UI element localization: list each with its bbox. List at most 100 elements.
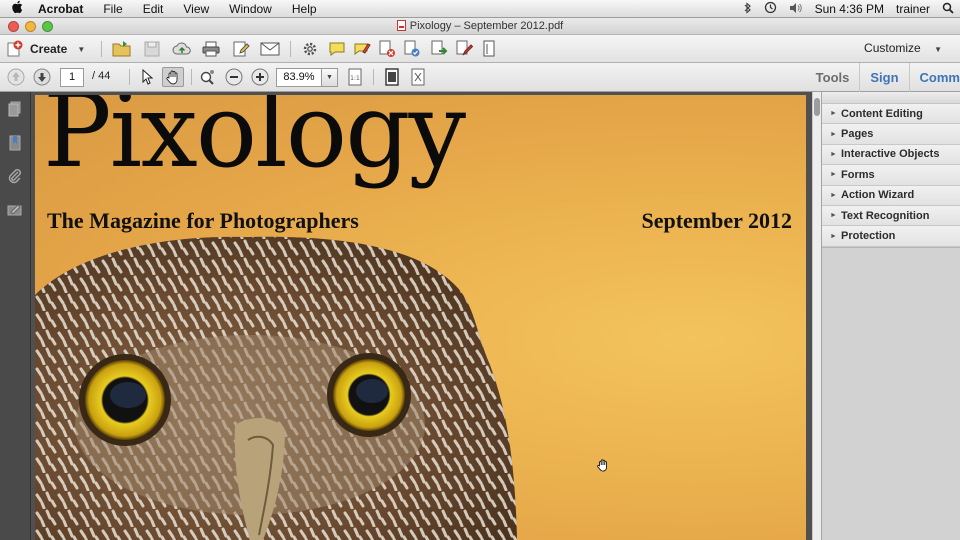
edit-document-button[interactable] [230,39,252,59]
panel-section-content-editing[interactable]: ► Content Editing [822,104,960,125]
hand-cursor-icon [597,459,607,472]
actual-size-icon: 1:1 [348,68,362,86]
navigation-toolbar: 1 / 44 83.9% ▼ 1:1 Tools Sign Comm [0,63,960,92]
hand-icon [166,70,178,85]
signatures-icon[interactable] [7,202,23,218]
disclosure-arrow-icon: ► [830,150,837,158]
create-pdf-icon [7,40,23,57]
page-total: / 44 [92,70,111,82]
fit-page-button[interactable] [381,67,403,87]
upload-cloud-button[interactable] [171,39,193,59]
menu-file[interactable]: File [93,0,132,18]
chevron-down-icon: ▼ [934,45,942,54]
left-navigation-pane [0,92,31,540]
zoom-level-input[interactable]: 83.9% [276,68,322,87]
svg-text:1:1: 1:1 [350,75,360,82]
attachments-paperclip-icon[interactable] [7,168,23,184]
tab-sign[interactable]: Sign [859,63,908,92]
panel-section-label: Protection [841,230,896,243]
open-file-button[interactable] [111,39,133,59]
toolbar-divider [373,69,374,85]
chevron-down-icon: ▼ [77,44,86,54]
menubar-clock[interactable]: Sun 4:36 PM [809,2,890,16]
zoom-in-button[interactable] [249,67,271,87]
disclosure-arrow-icon: ► [830,191,837,199]
cloud-upload-icon [172,42,191,55]
tab-tools[interactable]: Tools [806,63,860,92]
disclosure-arrow-icon: ► [830,171,837,179]
main-toolbar: Create ▼ Customize ▼ [0,35,960,63]
scrollbar-thumb[interactable] [814,98,820,116]
minus-circle-icon [225,68,243,86]
arrow-up-icon [7,68,25,86]
disclosure-arrow-icon: ► [830,110,837,118]
panel-section-interactive-objects[interactable]: ► Interactive Objects [822,144,960,166]
marquee-zoom-button[interactable] [197,67,219,87]
print-button[interactable] [200,39,222,59]
panel-section-label: Pages [841,128,874,141]
select-tool-button[interactable] [136,67,158,87]
time-machine-icon[interactable] [758,1,783,17]
menu-help[interactable]: Help [282,0,327,18]
volume-icon[interactable] [783,2,809,17]
toolbar-divider [101,41,102,57]
zoom-out-button[interactable] [223,67,245,87]
toolbar-divider [191,69,192,85]
page-icon [483,40,495,57]
panel-section-text-recognition[interactable]: ► Text Recognition [822,205,960,227]
previous-page-button[interactable] [5,67,27,87]
pdf-page[interactable]: Pixology The Magazine for Photographers … [35,95,806,540]
open-folder-icon [112,41,131,57]
document-title: Pixology – September 2012.pdf [0,20,960,32]
settings-button[interactable] [299,39,321,59]
menu-bar: Acrobat File Edit View Window Help Sun 4… [0,0,960,18]
menu-app-name[interactable]: Acrobat [34,0,93,18]
sign-document-button[interactable] [453,39,475,59]
panel-section-label: Interactive Objects [841,148,940,161]
page-view-button[interactable] [478,39,500,59]
add-comment-button[interactable] [326,39,348,59]
save-button[interactable] [141,39,163,59]
email-button[interactable] [259,39,281,59]
highlight-button[interactable] [351,39,373,59]
document-title-text: Pixology – September 2012.pdf [409,20,564,32]
panel-section-pages[interactable]: ► Pages [822,124,960,145]
page-thumbnails-icon[interactable] [7,101,23,117]
panel-section-forms[interactable]: ► Forms [822,165,960,186]
spotlight-icon[interactable] [936,2,960,17]
menubar-user[interactable]: trainer [890,2,936,16]
acrobat-screen: Acrobat File Edit View Window Help Sun 4… [0,0,960,540]
task-pane-tabs: Tools Sign Comm [806,63,960,92]
tab-comment[interactable]: Comm [908,63,960,92]
hand-tool-button[interactable] [162,67,184,87]
zoom-dropdown-button[interactable]: ▼ [322,68,338,87]
panel-section-label: Action Wizard [841,189,915,202]
remove-button[interactable] [376,39,398,59]
bookmarks-icon[interactable] [7,135,23,151]
document-send-icon [431,40,448,55]
send-button[interactable] [428,39,450,59]
create-button[interactable]: Create ▼ [6,39,85,59]
menu-view[interactable]: View [173,0,219,18]
highlighter-icon [354,43,371,55]
actual-size-button[interactable]: 1:1 [344,67,366,87]
menu-window[interactable]: Window [219,0,282,18]
panel-section-protection[interactable]: ► Protection [822,226,960,247]
next-page-button[interactable] [31,67,53,87]
speech-bubble-icon [329,42,345,56]
menu-edit[interactable]: Edit [133,0,174,18]
panel-section-action-wizard[interactable]: ► Action Wizard [822,185,960,206]
page-number-input[interactable]: 1 [60,68,84,87]
gear-icon [303,42,317,56]
document-view[interactable]: Pixology The Magazine for Photographers … [31,92,812,540]
pdf-file-icon [396,20,406,31]
issue-date: September 2012 [641,208,792,233]
customize-button[interactable]: Customize ▼ [864,41,942,55]
full-screen-button[interactable] [407,67,429,87]
review-button[interactable] [401,39,423,59]
tools-panel: ► Content Editing ► Pages ► Interactive Obj… [821,92,960,540]
bluetooth-icon[interactable] [738,1,758,17]
magazine-title: Pixology [43,95,466,191]
document-scrollbar[interactable] [812,92,821,540]
apple-menu-icon[interactable] [0,0,34,17]
